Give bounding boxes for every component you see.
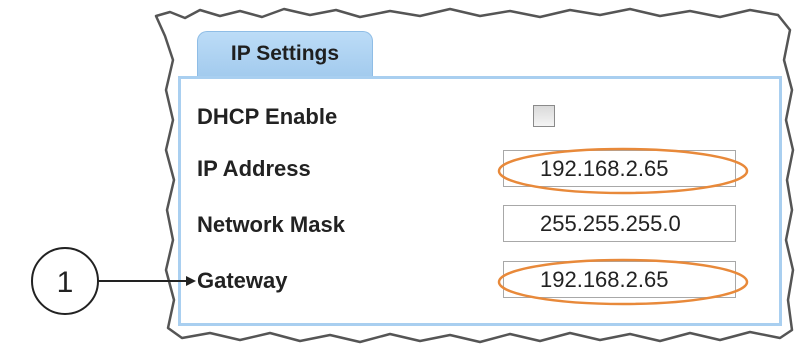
network-mask-field[interactable]: 255.255.255.0 [503,205,736,242]
tab-ip-settings[interactable]: IP Settings [197,31,373,76]
network-mask-label: Network Mask [197,212,345,237]
gateway-label: Gateway [197,268,288,293]
network-mask-value: 255.255.255.0 [540,211,681,236]
ip-address-field[interactable]: 192.168.2.65 [503,150,736,187]
gateway-field[interactable]: 192.168.2.65 [503,261,736,298]
gateway-value: 192.168.2.65 [540,267,669,292]
ip-address-label: IP Address [197,156,311,181]
tab-ip-settings-label: IP Settings [230,42,340,65]
ip-address-value: 192.168.2.65 [540,156,669,181]
dhcp-enable-label: DHCP Enable [197,104,338,129]
dhcp-enable-checkbox[interactable] [533,105,555,127]
